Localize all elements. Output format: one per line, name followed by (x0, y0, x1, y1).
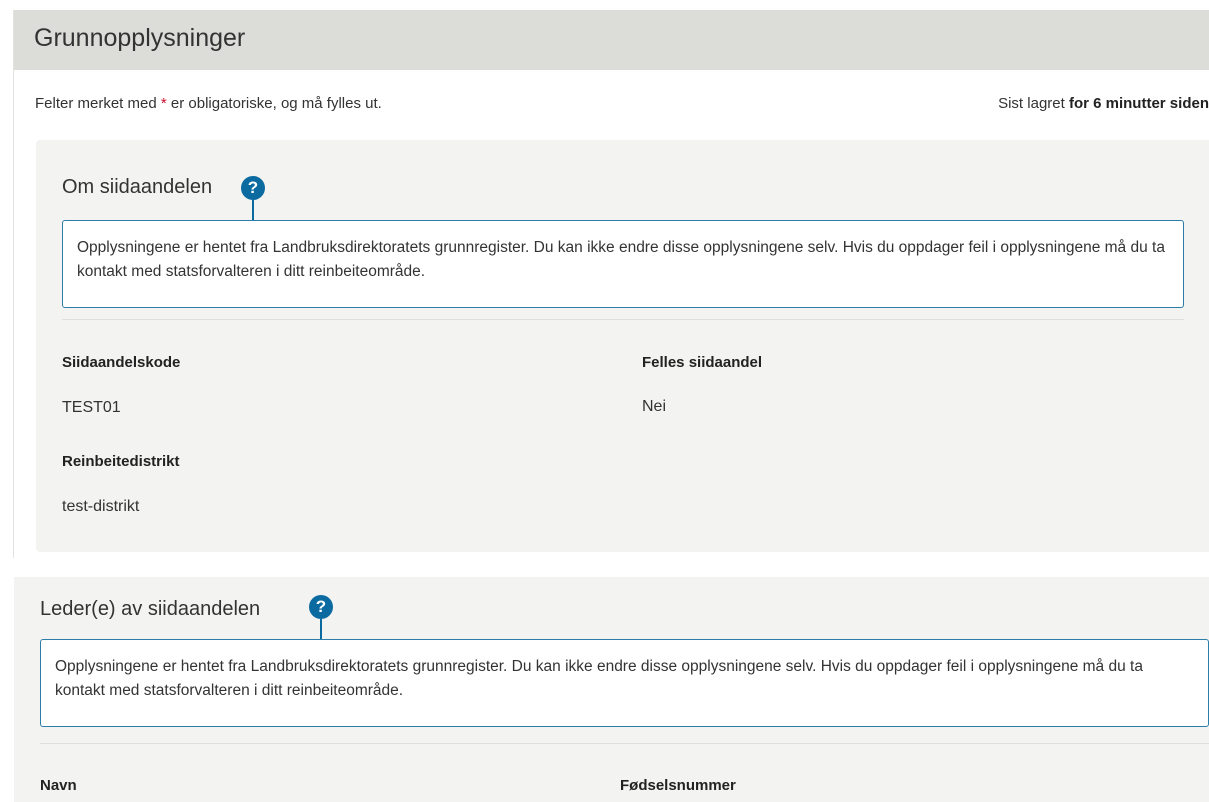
fodselsnummer-column-label: Fødselsnummer (620, 777, 736, 794)
reinbeitedistrikt-label: Reinbeitedistrikt (62, 453, 180, 470)
last-saved-prefix: Sist lagret (998, 95, 1069, 112)
about-info-box: Opplysningene er hentet fra Landbruksdir… (62, 220, 1184, 308)
siidaandelskode-value: TEST01 (62, 399, 121, 416)
required-fields-note: Felter merket med * er obligatoriske, og… (35, 95, 382, 112)
about-section-title: Om siidaandelen (62, 176, 213, 198)
leaders-info-box: Opplysningene er hentet fra Landbruksdir… (40, 639, 1209, 727)
felles-siidaandel-label: Felles siidaandel (642, 354, 763, 371)
about-section: Om siidaandelen ? Opplysningene er hente… (36, 140, 1209, 552)
help-question-icon[interactable]: ? (309, 595, 333, 619)
page-header: Grunnopplysninger (14, 10, 1209, 70)
last-saved-time: for 6 minutter siden (1068, 95, 1209, 112)
required-note-text: Felter merket med (35, 95, 161, 112)
about-divider (62, 319, 1184, 320)
navn-column-label: Navn (40, 777, 77, 794)
required-note-text-end: er obligatoriske, og må fylles ut. (166, 95, 382, 112)
leaders-section-title: Leder(e) av siidaandelen (40, 598, 261, 620)
help-question-icon[interactable]: ? (241, 176, 265, 200)
reinbeitedistrikt-value: test-distrikt (62, 498, 140, 515)
page-left-border (13, 10, 14, 558)
siidaandelskode-label: Siidaandelskode (62, 354, 181, 371)
leaders-section: Leder(e) av siidaandelen ? Opplysningene… (14, 577, 1209, 802)
help-pointer (320, 619, 322, 639)
felles-siidaandel-value: Nei (642, 398, 667, 415)
leaders-divider (40, 743, 1209, 744)
page-title: Grunnopplysninger (34, 24, 246, 52)
last-saved-status: Sist lagret for 6 minutter siden (998, 95, 1209, 112)
help-pointer (252, 200, 254, 220)
